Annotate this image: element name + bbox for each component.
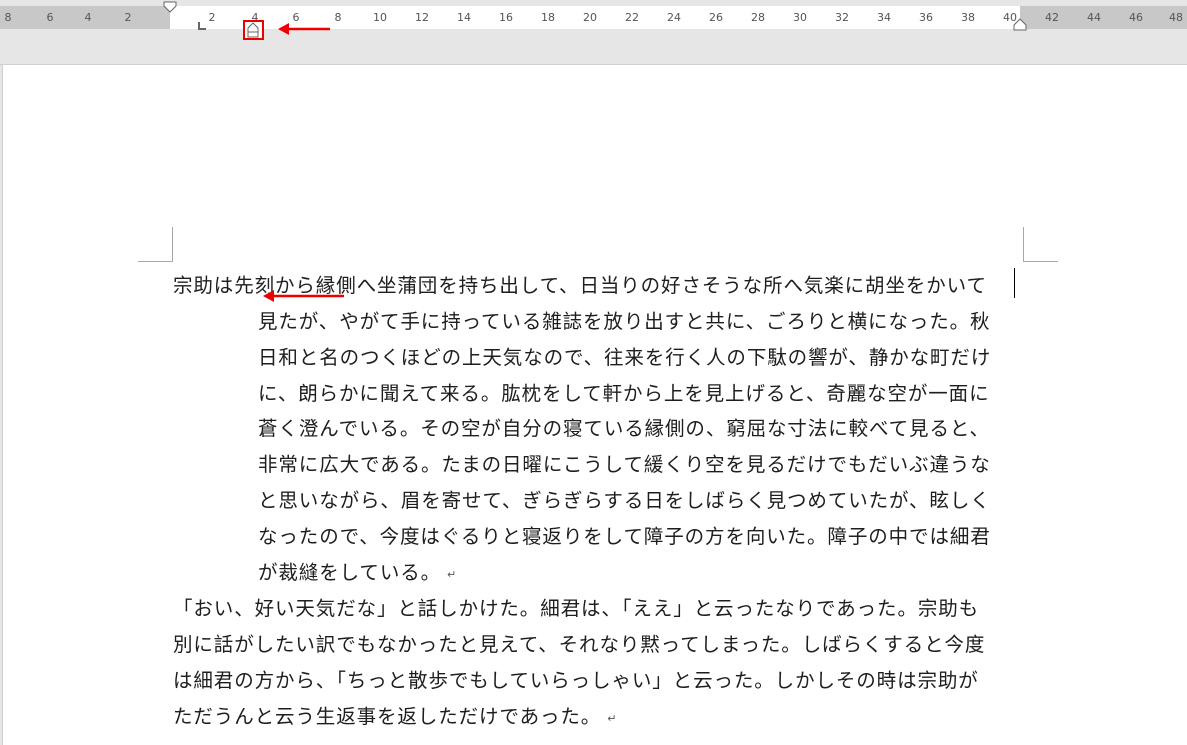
text-line: 蒼く澄んでいる。その空が自分の寝ている縁側の、窮屈な寸法に較べて見ると、: [258, 417, 990, 440]
ruler-tick-label: 32: [835, 11, 849, 24]
ruler-tick-label: 6: [46, 11, 54, 24]
document-page[interactable]: 宗助は先刻から縁側へ坐蒲団を持ち出して、日当りの好さそうな所へ気楽に胡坐をかいて…: [2, 65, 1187, 745]
text-line-content: ただうんと云う生返事を返しただけであった。: [173, 705, 602, 728]
text-line-last: ただうんと云う生返事を返しただけであった。 ↵: [173, 700, 617, 729]
hanging-indent-marker[interactable]: [243, 20, 264, 40]
ruler-ticks: 8 6 4 2 2 4 6 8 10 12 14 16 18 20 22 24 …: [0, 6, 1187, 29]
red-arrow-icon: [263, 290, 344, 302]
ruler-tick-label: 20: [583, 11, 597, 24]
ruler-tick-label: 8: [334, 11, 342, 24]
ruler-tick-label: 10: [373, 11, 387, 24]
margin-crop-mark-left: [138, 227, 173, 262]
ruler-tick-label: 18: [541, 11, 555, 24]
text-cursor: [1014, 268, 1015, 298]
text-line: なったので、今度はぐるりと寝返りをして障子の方を向いた。障子の中では細君: [258, 525, 991, 548]
ruler-tick-label: 46: [1129, 11, 1143, 24]
margin-crop-mark-right: [1023, 227, 1058, 262]
text-line: 日和と名のつくほどの上天気なので、往来を行く人の下駄の響が、静かな町だけ: [258, 346, 992, 369]
ruler-tick-label: 4: [84, 11, 92, 24]
hanging-indent-icon: [247, 22, 259, 38]
first-line-indent-marker[interactable]: [163, 1, 177, 13]
ruler-tick-label: 22: [625, 11, 639, 24]
ruler-tick-label: 30: [793, 11, 807, 24]
right-indent-marker[interactable]: [1013, 18, 1027, 31]
paragraph-mark-icon: ↵: [607, 712, 618, 725]
ruler-tick-label: 24: [667, 11, 681, 24]
ruler-tick-label: 12: [415, 11, 429, 24]
ruler-tick-label: 14: [457, 11, 471, 24]
ruler-tick-label: 48: [1169, 11, 1183, 24]
ruler-tick-label: 8: [4, 11, 12, 24]
text-line: 見たが、やがて手に持っている雑誌を放り出すと共に、ごろりと横になった。秋: [258, 310, 991, 333]
text-line: に、朗らかに聞えて来る。肱枕をして軒から上を見上げると、奇麗な空が一面に: [258, 382, 990, 405]
ruler-tick-label: 26: [709, 11, 723, 24]
ruler-tick-label: 44: [1087, 11, 1101, 24]
text-line: 「おい、好い天気だな」と話しかけた。細君は、「ええ」と云ったなりであった。宗助も: [173, 597, 980, 620]
ruler-tick-label: 38: [961, 11, 975, 24]
text-line-content: が裁縫をしている。: [258, 561, 442, 584]
ruler-tick-label: 42: [1045, 11, 1059, 24]
text-line: と思いながら、眉を寄せて、ぎらぎらする日をしばらく見つめていたが、眩しく: [258, 489, 991, 512]
ruler-tick-label: 36: [919, 11, 933, 24]
paragraph-mark-icon: ↵: [447, 568, 458, 581]
ruler-tick-label: 34: [877, 11, 891, 24]
ruler-tick-label: 16: [499, 11, 513, 24]
left-tab-marker[interactable]: [198, 22, 206, 30]
horizontal-ruler[interactable]: 8 6 4 2 2 4 6 8 10 12 14 16 18 20 22 24 …: [0, 0, 1187, 65]
text-line-last: が裁縫をしている。 ↵: [258, 556, 457, 585]
red-arrow-icon: [278, 23, 330, 35]
text-line: 別に話がしたい訳でもなかったと見えて、それなり黙ってしまった。しばらくすると今度: [173, 633, 986, 656]
text-line: は細君の方から、「ちっと散歩でもしていらっしゃい」と云った。しかしその時は宗助が: [173, 669, 979, 692]
ruler-tick-label: 28: [751, 11, 765, 24]
text-line: 非常に広大である。たまの日曜にこうして緩くり空を見るだけでもだいぶ違うな: [258, 453, 991, 476]
ruler-tick-label: 2: [208, 11, 216, 24]
ruler-tick-label: 2: [124, 11, 132, 24]
